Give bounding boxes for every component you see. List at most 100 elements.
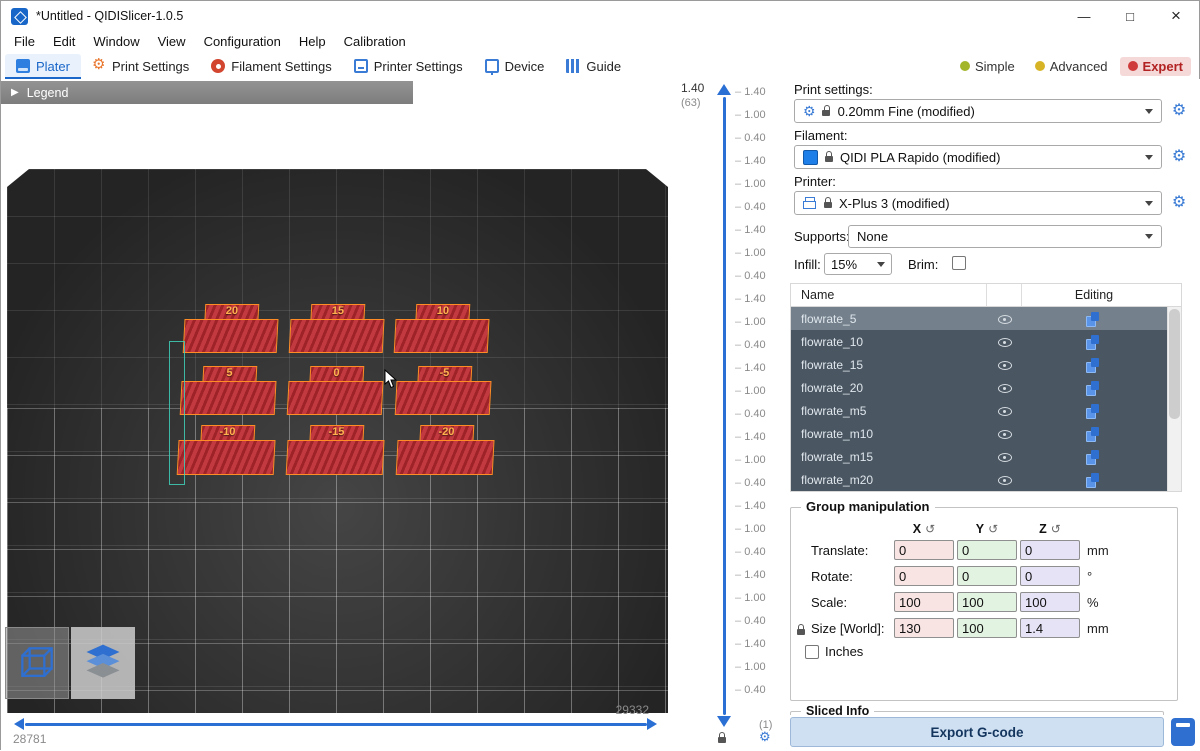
- reset-x-icon[interactable]: ↺: [925, 523, 935, 535]
- eye-icon[interactable]: [997, 403, 1012, 418]
- plate-object-0[interactable]: 0: [287, 366, 385, 415]
- minimize-button[interactable]: —: [1061, 1, 1107, 31]
- hslider-left-arrow[interactable]: [14, 718, 24, 730]
- layer-slider-track[interactable]: [723, 97, 726, 715]
- input-scale-x[interactable]: [894, 592, 954, 612]
- edit-icon[interactable]: [1086, 450, 1100, 464]
- supports-combo[interactable]: None: [848, 225, 1162, 248]
- uniform-scale-lock-icon[interactable]: [796, 624, 806, 636]
- tab-plater[interactable]: Plater: [5, 54, 81, 79]
- inches-checkbox[interactable]: [805, 645, 819, 659]
- layer-tick: 1.40: [735, 81, 766, 104]
- editor-view-button[interactable]: [5, 627, 69, 699]
- eye-icon[interactable]: [997, 380, 1012, 395]
- menu-file[interactable]: File: [5, 31, 44, 53]
- mode-simple[interactable]: Simple: [952, 57, 1023, 76]
- eye-icon[interactable]: [997, 449, 1012, 464]
- input-rotate-z[interactable]: [1020, 566, 1080, 586]
- eye-icon[interactable]: [997, 357, 1012, 372]
- menu-window[interactable]: Window: [84, 31, 148, 53]
- input-translate-z[interactable]: [1020, 540, 1080, 560]
- menu-calibration[interactable]: Calibration: [335, 31, 415, 53]
- visibility-cell: [987, 449, 1021, 464]
- input-translate-y[interactable]: [957, 540, 1017, 560]
- eye-icon[interactable]: [997, 311, 1012, 326]
- side-panel: Print settings: ⚙ 0.20mm Fine (modified)…: [786, 79, 1200, 751]
- menu-help[interactable]: Help: [290, 31, 335, 53]
- scrollbar-thumb[interactable]: [1169, 309, 1180, 419]
- plate-object-20[interactable]: 20: [183, 304, 280, 353]
- viewport-3d[interactable]: 201510 50-5 -10-15-20 ▶ Legend: [1, 79, 673, 751]
- object-row-flowrate-m10[interactable]: flowrate_m10: [791, 422, 1181, 445]
- tab-device[interactable]: Device: [474, 54, 556, 79]
- plate-object-5[interactable]: -5: [395, 366, 493, 415]
- plate-object-5[interactable]: 5: [180, 366, 278, 415]
- export-device-icon[interactable]: [1171, 718, 1195, 746]
- plate-object-15[interactable]: 15: [289, 304, 386, 353]
- legend-bar[interactable]: ▶ Legend: [1, 81, 413, 104]
- plate-object-15[interactable]: -15: [286, 425, 386, 475]
- object-row-flowrate-10[interactable]: flowrate_10: [791, 330, 1181, 353]
- legend-expand-icon[interactable]: ▶: [11, 87, 19, 98]
- object-row-flowrate-5[interactable]: flowrate_5: [791, 307, 1181, 330]
- menu-configuration[interactable]: Configuration: [195, 31, 290, 53]
- export-gcode-button[interactable]: Export G-code: [790, 717, 1164, 747]
- object-row-flowrate-m20[interactable]: flowrate_m20: [791, 468, 1181, 491]
- printer-gear-button[interactable]: ⚙: [1168, 192, 1190, 214]
- tab-filament-settings[interactable]: Filament Settings: [200, 54, 342, 79]
- brim-checkbox[interactable]: [952, 256, 966, 270]
- input-size-world-x[interactable]: [894, 618, 954, 638]
- filament-combo[interactable]: QIDI PLA Rapido (modified): [794, 145, 1162, 169]
- edit-icon[interactable]: [1086, 312, 1100, 326]
- preview-view-button[interactable]: [71, 627, 135, 699]
- menu-view[interactable]: View: [149, 31, 195, 53]
- object-row-flowrate-15[interactable]: flowrate_15: [791, 353, 1181, 376]
- reset-y-icon[interactable]: ↺: [988, 523, 998, 535]
- tab-print-settings[interactable]: Print Settings: [81, 54, 200, 79]
- eye-icon[interactable]: [997, 472, 1012, 487]
- eye-icon[interactable]: [997, 426, 1012, 441]
- printer-combo[interactable]: X-Plus 3 (modified): [794, 191, 1162, 215]
- close-button[interactable]: ×: [1153, 1, 1199, 31]
- plate-object-10[interactable]: -10: [177, 425, 277, 475]
- tab-printer-settings[interactable]: Printer Settings: [343, 54, 474, 79]
- horizontal-move-slider[interactable]: [25, 723, 647, 726]
- edit-icon[interactable]: [1086, 335, 1100, 349]
- layer-slider-top-handle[interactable]: [717, 84, 731, 95]
- object-row-flowrate-20[interactable]: flowrate_20: [791, 376, 1181, 399]
- plate-object-10[interactable]: 10: [394, 304, 491, 353]
- input-scale-z[interactable]: [1020, 592, 1080, 612]
- tab-guide[interactable]: Guide: [555, 54, 632, 79]
- layer-tick: 1.00: [735, 173, 766, 196]
- input-rotate-x[interactable]: [894, 566, 954, 586]
- input-rotate-y[interactable]: [957, 566, 1017, 586]
- eye-icon[interactable]: [997, 334, 1012, 349]
- print-settings-gear-button[interactable]: ⚙: [1168, 100, 1190, 122]
- object-row-flowrate-m15[interactable]: flowrate_m15: [791, 445, 1181, 468]
- edit-icon[interactable]: [1086, 473, 1100, 487]
- layer-lock-icon[interactable]: [717, 732, 727, 744]
- edit-icon[interactable]: [1086, 427, 1100, 441]
- input-translate-x[interactable]: [894, 540, 954, 560]
- plate-object-20[interactable]: -20: [396, 425, 496, 475]
- infill-combo[interactable]: 15%: [824, 253, 892, 275]
- print-settings-combo[interactable]: ⚙ 0.20mm Fine (modified): [794, 99, 1162, 123]
- layer-settings-gear-icon[interactable]: ⚙: [759, 729, 771, 745]
- filament-label: Filament:: [794, 128, 847, 143]
- edit-icon[interactable]: [1086, 358, 1100, 372]
- input-scale-y[interactable]: [957, 592, 1017, 612]
- maximize-button[interactable]: □: [1107, 1, 1153, 31]
- edit-icon[interactable]: [1086, 404, 1100, 418]
- input-size-world-y[interactable]: [957, 618, 1017, 638]
- object-list-scrollbar[interactable]: [1167, 307, 1181, 491]
- mode-advanced[interactable]: Advanced: [1027, 57, 1116, 76]
- menu-edit[interactable]: Edit: [44, 31, 84, 53]
- input-size-world-z[interactable]: [1020, 618, 1080, 638]
- reset-z-icon[interactable]: ↺: [1051, 523, 1061, 535]
- mode-expert[interactable]: Expert: [1120, 57, 1191, 76]
- layer-slider-bottom-handle[interactable]: [717, 716, 731, 727]
- hslider-right-arrow[interactable]: [647, 718, 657, 730]
- edit-icon[interactable]: [1086, 381, 1100, 395]
- filament-gear-button[interactable]: ⚙: [1168, 146, 1190, 168]
- object-row-flowrate-m5[interactable]: flowrate_m5: [791, 399, 1181, 422]
